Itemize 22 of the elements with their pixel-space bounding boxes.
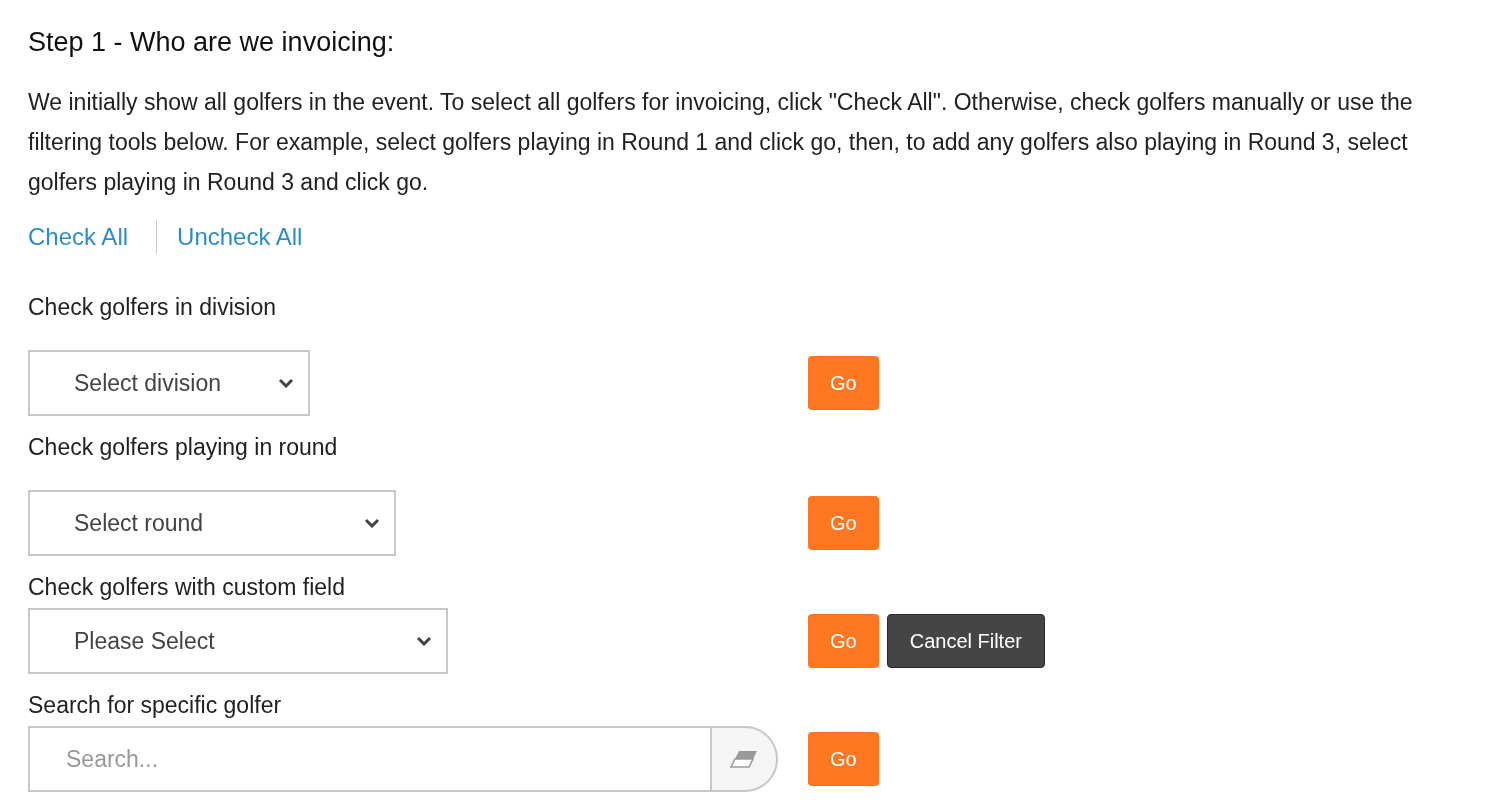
chevron-down-icon [278,378,294,388]
chevron-down-icon [416,636,432,646]
eraser-icon [729,749,759,769]
go-button[interactable]: Go [808,614,879,668]
step-heading: Step 1 - Who are we invoicing: [28,26,396,59]
go-button[interactable]: Go [808,496,879,550]
filter-label: Check golfers with custom field [28,573,346,602]
dropdown-select[interactable]: Select division [28,350,310,416]
clear-button[interactable] [710,726,778,792]
cancel-filter-button[interactable]: Cancel Filter [886,614,1045,668]
dropdown-select[interactable]: Please Select [28,608,448,674]
intro-paragraph: We initially show all golfers in the event. To select all golfers for invoicing, click "Check All". Otherwise, check golfers manually or use the filtering tools below. For example, select golfers playing in Round 1 and click go, then, to add any golfers also playing in Round 3, select golfers playing in Round 3 and click go. [28,88,1414,197]
check-link[interactable]: Check All [28,220,157,254]
go-button[interactable]: Go [808,732,879,786]
check-link[interactable]: Uncheck All [156,220,303,254]
filter-label: Check golfers playing in round [28,433,339,462]
dropdown-select[interactable]: Select round [28,490,396,556]
filter-label: Search for specific golfer [28,691,283,720]
chevron-down-icon [364,518,380,528]
search-field[interactable]: Search... [28,726,710,792]
go-button[interactable]: Go [808,356,879,410]
filter-label: Check golfers in division [28,293,277,322]
